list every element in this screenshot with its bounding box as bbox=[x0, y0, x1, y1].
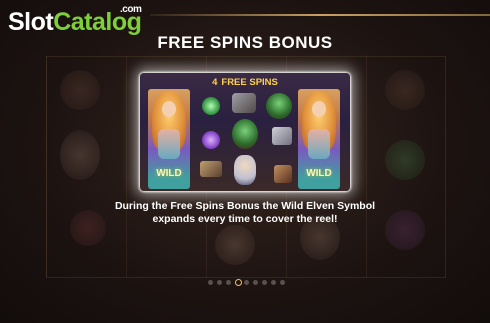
wild-label-right: WILD bbox=[306, 168, 332, 179]
axe-symbol bbox=[232, 93, 256, 113]
description-line-1: During the Free Spins Bonus the Wild Elv… bbox=[114, 200, 376, 212]
elf-armor bbox=[158, 129, 180, 159]
logo-slot-text: Slot bbox=[8, 8, 54, 36]
hammer-symbol bbox=[272, 127, 292, 145]
free-spins-label: FREE SPINS bbox=[221, 77, 278, 88]
elf-face bbox=[162, 101, 176, 117]
green-gem-symbol bbox=[202, 97, 220, 115]
page-dot[interactable] bbox=[262, 280, 267, 285]
dagger-symbol bbox=[200, 161, 222, 177]
wild-reel-left: WILD bbox=[148, 89, 190, 189]
elf-armor bbox=[308, 129, 330, 159]
wild-reel-right: WILD bbox=[298, 89, 340, 189]
background-symbol bbox=[60, 130, 100, 180]
header-divider bbox=[150, 14, 490, 16]
page-dot-active[interactable] bbox=[235, 279, 242, 286]
background-symbol bbox=[385, 70, 425, 110]
shield-symbol bbox=[274, 165, 292, 183]
wild-label-left: WILD bbox=[156, 168, 182, 179]
page-dot[interactable] bbox=[280, 280, 285, 285]
orc-symbol bbox=[266, 93, 292, 119]
bonus-description: During the Free Spins Bonus the Wild Elv… bbox=[100, 200, 390, 226]
page-title: FREE SPINS BONUS bbox=[157, 33, 333, 52]
page-dot[interactable] bbox=[217, 280, 222, 285]
free-spins-banner: 4 FREE SPINS bbox=[200, 77, 290, 89]
purple-gem-symbol bbox=[202, 131, 220, 149]
logo-com-text: .com bbox=[120, 4, 142, 15]
page-dot[interactable] bbox=[253, 280, 258, 285]
description-line-2: expands every time to cover the reel! bbox=[152, 213, 338, 225]
warrior-symbol bbox=[234, 155, 256, 185]
elf-face bbox=[312, 101, 326, 117]
page-dot[interactable] bbox=[244, 280, 249, 285]
background-symbol bbox=[215, 225, 255, 265]
page-dot[interactable] bbox=[226, 280, 231, 285]
free-spins-preview: 4 FREE SPINS WILD WILD bbox=[140, 73, 350, 191]
page-dot[interactable] bbox=[208, 280, 213, 285]
orc-symbol bbox=[232, 119, 258, 149]
page-dot[interactable] bbox=[271, 280, 276, 285]
free-spins-count: 4 bbox=[212, 77, 218, 88]
background-symbol bbox=[385, 140, 425, 180]
background-symbol bbox=[385, 210, 425, 250]
background-symbol bbox=[60, 70, 100, 110]
